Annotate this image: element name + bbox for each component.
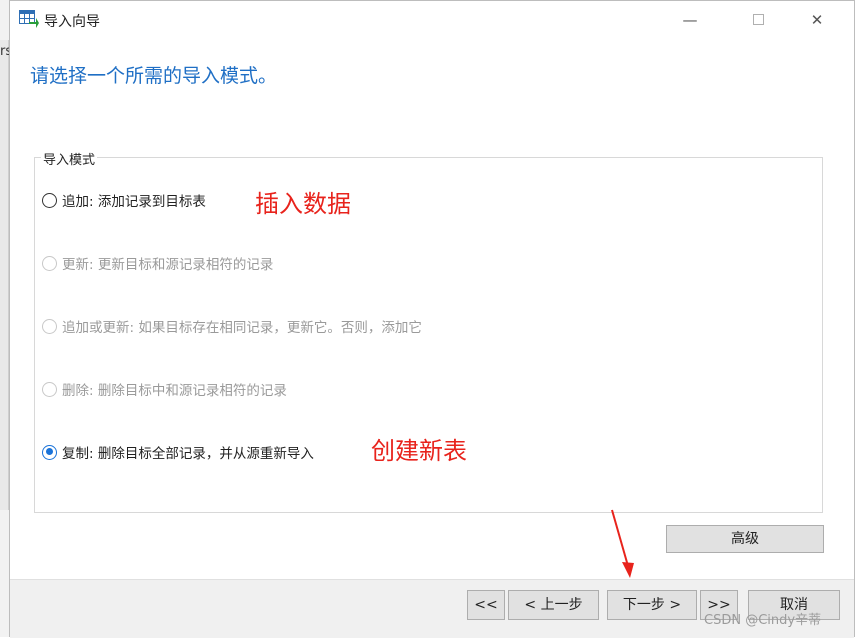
option-delete-label: 删除: 删除目标中和源记录相符的记录 bbox=[62, 383, 287, 399]
option-append[interactable]: 追加: 添加记录到目标表 bbox=[42, 190, 206, 210]
option-copy-label: 复制: 删除目标全部记录，并从源重新导入 bbox=[62, 446, 314, 462]
import-mode-group-label: 导入模式 bbox=[41, 149, 98, 168]
maximize-icon bbox=[752, 14, 764, 25]
radio-append-or-update bbox=[42, 318, 57, 334]
table-import-icon bbox=[19, 10, 39, 28]
annotation-create-table: 创建新表 bbox=[371, 437, 467, 465]
minimize-button[interactable]: — bbox=[670, 7, 710, 33]
watermark: CSDN @Cindy辛蒂 bbox=[704, 613, 822, 628]
option-delete: 删除: 删除目标中和源记录相符的记录 bbox=[42, 379, 287, 399]
maximize-button[interactable] bbox=[738, 7, 778, 33]
first-step-button[interactable]: << bbox=[467, 590, 505, 620]
option-copy[interactable]: 复制: 删除目标全部记录，并从源重新导入 bbox=[42, 442, 314, 462]
annotation-insert-data: 插入数据 bbox=[255, 190, 351, 218]
window-title: 导入向导 bbox=[44, 14, 100, 30]
option-append-label: 追加: 添加记录到目标表 bbox=[62, 194, 206, 210]
radio-copy[interactable] bbox=[42, 444, 57, 460]
page-heading: 请选择一个所需的导入模式。 bbox=[30, 65, 278, 87]
radio-append[interactable] bbox=[42, 192, 57, 208]
option-append-or-update: 追加或更新: 如果目标存在相同记录，更新它。否则，添加它 bbox=[42, 316, 422, 336]
option-append-or-update-label: 追加或更新: 如果目标存在相同记录，更新它。否则，添加它 bbox=[62, 320, 422, 336]
next-button[interactable]: 下一步 > bbox=[607, 590, 697, 620]
option-update-label: 更新: 更新目标和源记录相符的记录 bbox=[62, 257, 274, 273]
title-bar: 导入向导 — ✕ bbox=[10, 1, 854, 39]
option-update: 更新: 更新目标和源记录相符的记录 bbox=[42, 253, 273, 273]
previous-button[interactable]: < 上一步 bbox=[508, 590, 599, 620]
advanced-button[interactable]: 高级 bbox=[666, 525, 824, 553]
radio-update bbox=[42, 255, 57, 271]
background-window-edge bbox=[0, 40, 9, 510]
radio-delete bbox=[42, 381, 57, 397]
close-button[interactable]: ✕ bbox=[797, 7, 837, 33]
import-wizard-window: 导入向导 — ✕ 请选择一个所需的导入模式。 导入模式 追加: 添加记录到目标表… bbox=[9, 0, 855, 638]
